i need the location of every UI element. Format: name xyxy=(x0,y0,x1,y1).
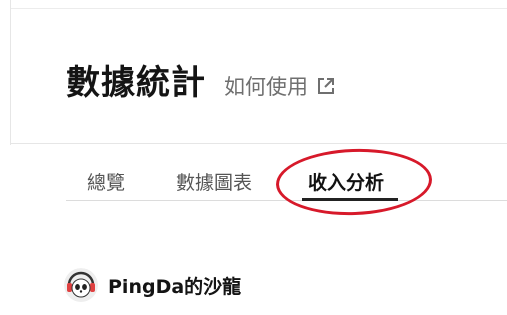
page-header: 數據統計 如何使用 xyxy=(66,55,336,104)
tab-overview[interactable]: 總覽 xyxy=(87,168,125,195)
tab-data-charts[interactable]: 數據圖表 xyxy=(176,168,252,195)
left-divider xyxy=(10,0,11,145)
top-divider xyxy=(10,8,507,9)
active-tab-indicator xyxy=(302,198,398,201)
tab-income-analysis[interactable]: 收入分析 xyxy=(308,168,384,195)
how-to-use-link[interactable]: 如何使用 xyxy=(224,71,336,101)
panda-avatar-icon xyxy=(64,268,98,302)
salon-profile[interactable]: PingDa的沙龍 xyxy=(64,268,241,302)
external-link-icon xyxy=(318,78,334,94)
how-to-use-label: 如何使用 xyxy=(224,75,308,99)
salon-name: PingDa的沙龍 xyxy=(108,275,242,298)
tab-bar: 總覽 數據圖表 收入分析 xyxy=(66,160,507,201)
section-divider xyxy=(10,143,507,144)
page-title: 數據統計 xyxy=(66,63,206,103)
